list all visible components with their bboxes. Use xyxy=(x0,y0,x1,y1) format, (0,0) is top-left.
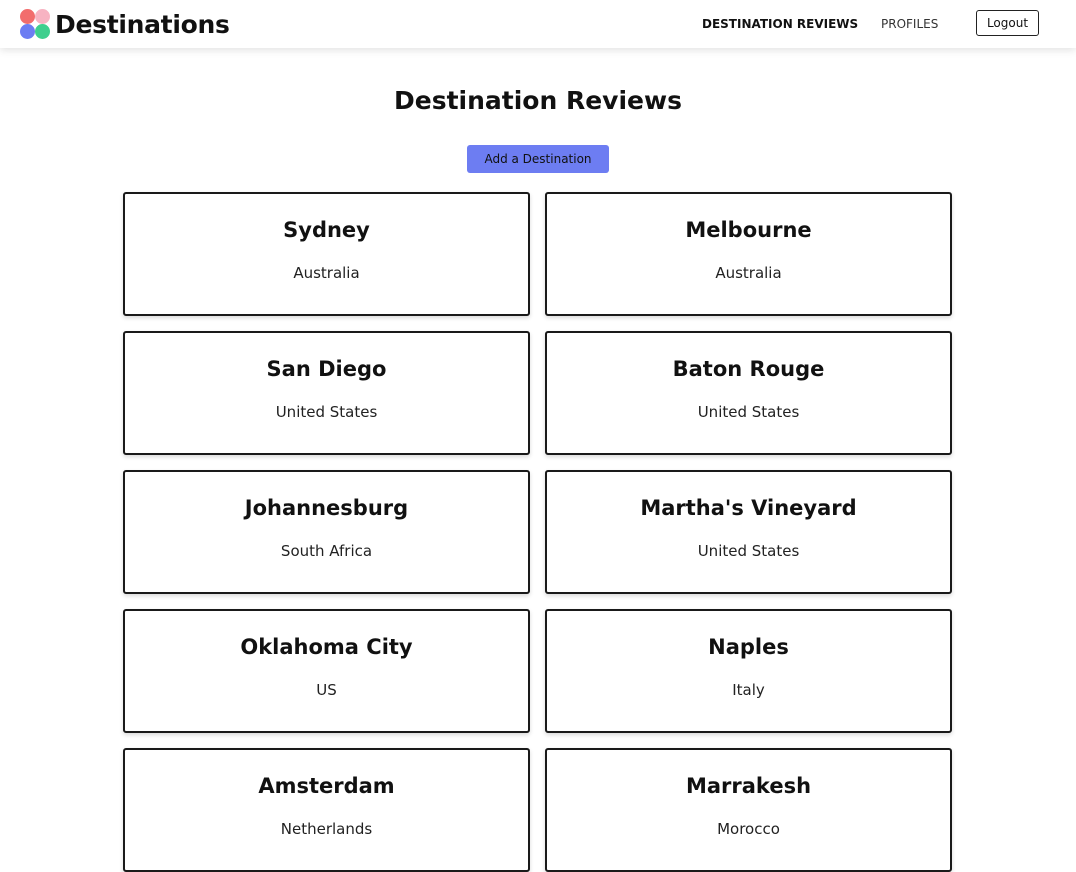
destination-card[interactable]: Oklahoma City US xyxy=(123,609,530,733)
add-destination-button[interactable]: Add a Destination xyxy=(467,145,609,173)
destination-card[interactable]: Martha's Vineyard United States xyxy=(545,470,952,594)
destination-country: Australia xyxy=(715,264,782,282)
logo-dot xyxy=(20,24,35,39)
logo-dot xyxy=(35,24,50,39)
destination-city: Naples xyxy=(708,635,789,659)
logo-dot xyxy=(20,9,35,24)
destination-city: Oklahoma City xyxy=(240,635,413,659)
destination-card[interactable]: Sydney Australia xyxy=(123,192,530,316)
nav-link-destination-reviews[interactable]: DESTINATION REVIEWS xyxy=(702,17,858,31)
destination-card[interactable]: Johannesburg South Africa xyxy=(123,470,530,594)
destination-card[interactable]: Baton Rouge United States xyxy=(545,331,952,455)
destination-city: Baton Rouge xyxy=(672,357,825,381)
destination-card[interactable]: Naples Italy xyxy=(545,609,952,733)
destination-city: Amsterdam xyxy=(258,774,395,798)
destination-city: Johannesburg xyxy=(244,496,409,520)
destination-country: United States xyxy=(697,542,800,560)
brand-name: Destinations xyxy=(55,9,230,39)
destination-card[interactable]: San Diego United States xyxy=(123,331,530,455)
destination-country: Australia xyxy=(293,264,360,282)
destination-country: South Africa xyxy=(280,542,373,560)
destination-country: Netherlands xyxy=(280,820,373,838)
logo-dot xyxy=(35,9,50,24)
destination-city: Martha's Vineyard xyxy=(640,496,857,520)
destination-country: United States xyxy=(275,403,378,421)
destination-city: Marrakesh xyxy=(685,774,812,798)
logout-button[interactable]: Logout xyxy=(976,10,1039,36)
destination-country: United States xyxy=(697,403,800,421)
destination-country: Morocco xyxy=(717,820,780,838)
destination-grid: Sydney Australia Melbourne Australia San… xyxy=(123,192,952,872)
destination-city: Sydney xyxy=(283,218,370,242)
destination-card[interactable]: Marrakesh Morocco xyxy=(545,748,952,872)
destination-city: Melbourne xyxy=(685,218,812,242)
navbar: Destinations DESTINATION REVIEWS PROFILE… xyxy=(0,0,1076,48)
destination-country: US xyxy=(316,681,337,699)
logo-icon xyxy=(20,9,50,39)
destination-city: San Diego xyxy=(266,357,387,381)
destination-country: Italy xyxy=(732,681,765,699)
nav-link-profiles[interactable]: PROFILES xyxy=(881,17,938,31)
destination-card[interactable]: Amsterdam Netherlands xyxy=(123,748,530,872)
page-title: Destination Reviews xyxy=(394,86,682,115)
brand[interactable]: Destinations xyxy=(20,9,230,39)
destination-card[interactable]: Melbourne Australia xyxy=(545,192,952,316)
